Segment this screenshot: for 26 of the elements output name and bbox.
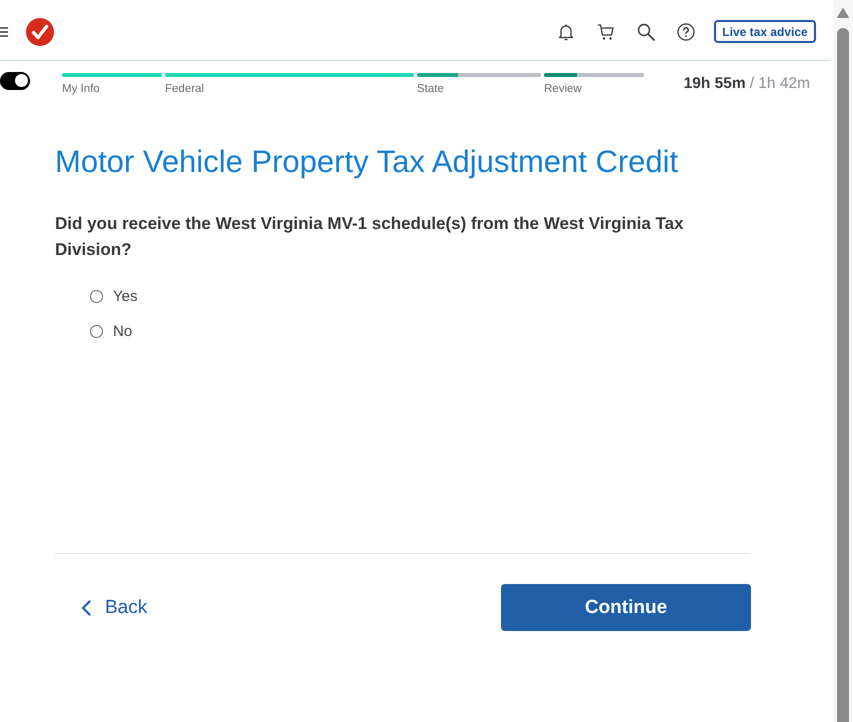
scrollbar-thumb[interactable] [836, 28, 848, 722]
step-label: My Info [62, 83, 101, 95]
bell-icon[interactable] [556, 22, 576, 42]
step-label: Federal [165, 83, 205, 95]
radio-option[interactable]: No [90, 314, 132, 349]
toggle-switch[interactable] [0, 72, 30, 90]
step-label: State [417, 83, 445, 95]
search-icon[interactable] [636, 22, 656, 42]
question-text: Did you receive the West Virginia MV-1 schedule(s) from the West Virginia Tax Division? [55, 213, 685, 261]
live-tax-advice-button[interactable]: Live tax advice [714, 20, 816, 43]
estimated-time: / 1h 42m [750, 75, 810, 93]
scrollbar-track[interactable] [833, 0, 853, 722]
back-link[interactable]: Back [81, 596, 148, 618]
radio-option[interactable]: Yes [90, 279, 138, 314]
menu-icon[interactable] [0, 26, 8, 36]
checkmark-logo-icon[interactable] [26, 18, 54, 46]
scroll-up-arrow-icon[interactable] [836, 8, 848, 18]
continue-button[interactable]: Continue [501, 584, 751, 631]
radio-button[interactable] [90, 325, 103, 338]
radio-button[interactable] [90, 290, 103, 303]
cart-icon[interactable] [596, 22, 616, 42]
page-title: Motor Vehicle Property Tax Adjustment Credit [55, 143, 680, 181]
elapsed-time: 19h 55m [684, 75, 746, 93]
step-label: Review [544, 83, 583, 95]
help-icon[interactable] [676, 22, 696, 42]
chevron-left-icon [81, 600, 91, 616]
